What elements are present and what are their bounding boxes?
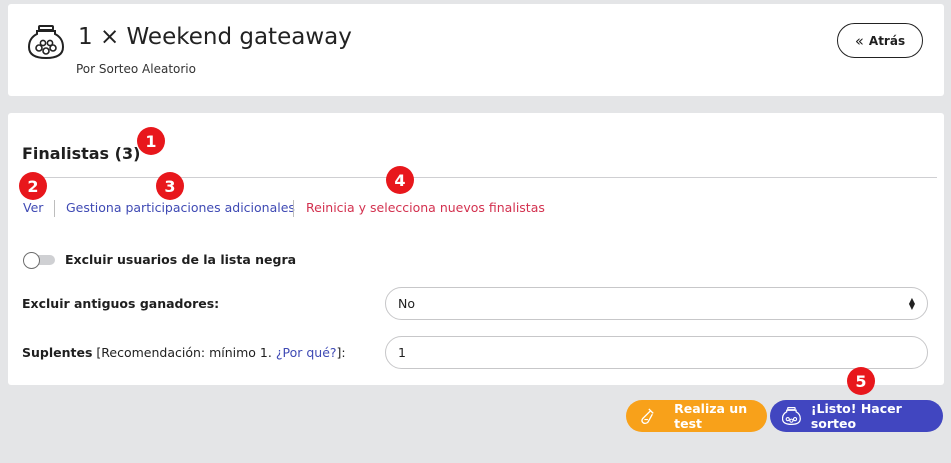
exclude-winners-label: Excluir antiguos ganadores: [22, 296, 220, 311]
blacklist-toggle[interactable] [23, 252, 57, 269]
link-separator [293, 200, 294, 217]
view-finalists-link[interactable]: Ver [23, 200, 43, 215]
link-separator [54, 200, 55, 217]
back-button[interactable]: ‹‹ Atrás [837, 23, 923, 58]
finalists-title: Finalistas (3) [22, 144, 141, 163]
exclude-winners-value: No [398, 296, 415, 311]
double-chevron-left-icon: ‹‹ [854, 31, 864, 50]
reset-finalists-link[interactable]: Reinicia y selecciona nuevos finalistas [306, 200, 545, 215]
why-link[interactable]: ¿Por qué? [276, 345, 337, 360]
substitutes-hint-suffix: ]: [336, 345, 346, 360]
substitutes-value: 1 [398, 345, 406, 360]
annotation-badge-3: 3 [156, 172, 184, 200]
substitutes-label: Suplentes [Recomendación: mínimo 1. ¿Por… [22, 345, 346, 360]
annotation-badge-5: 5 [847, 367, 875, 395]
substitutes-hint-prefix: [Recomendación: mínimo 1. [96, 345, 272, 360]
blacklist-toggle-label: Excluir usuarios de la lista negra [65, 252, 297, 267]
annotation-badge-1: 1 [137, 127, 165, 155]
toggle-knob [23, 252, 40, 269]
prize-title: 1 × Weekend gateaway [78, 24, 352, 50]
lottery-jar-icon [28, 25, 64, 60]
draw-button[interactable]: ¡Listo! Hacer sorteo [770, 400, 943, 432]
run-test-button[interactable]: Realiza un test [626, 400, 767, 432]
back-button-label: Atrás [868, 33, 906, 48]
substitutes-input[interactable]: 1 [385, 336, 928, 369]
exclude-winners-select[interactable]: No ▲ ▼ [385, 287, 928, 320]
test-tube-icon [641, 408, 654, 425]
header-card: 1 × Weekend gateaway Por Sorteo Aleatori… [8, 4, 944, 96]
draw-button-label: ¡Listo! Hacer sorteo [810, 401, 902, 431]
annotation-badge-2: 2 [19, 172, 47, 200]
annotation-badge-4: 4 [386, 166, 414, 194]
lottery-jar-icon [782, 407, 801, 425]
substitutes-label-text: Suplentes [22, 345, 93, 360]
run-test-label: Realiza un test [674, 401, 748, 431]
manage-extra-entries-link[interactable]: Gestiona participaciones adicionales [66, 200, 295, 215]
select-arrows-icon: ▲ ▼ [908, 295, 915, 311]
draw-method-subtitle: Por Sorteo Aleatorio [76, 62, 196, 76]
